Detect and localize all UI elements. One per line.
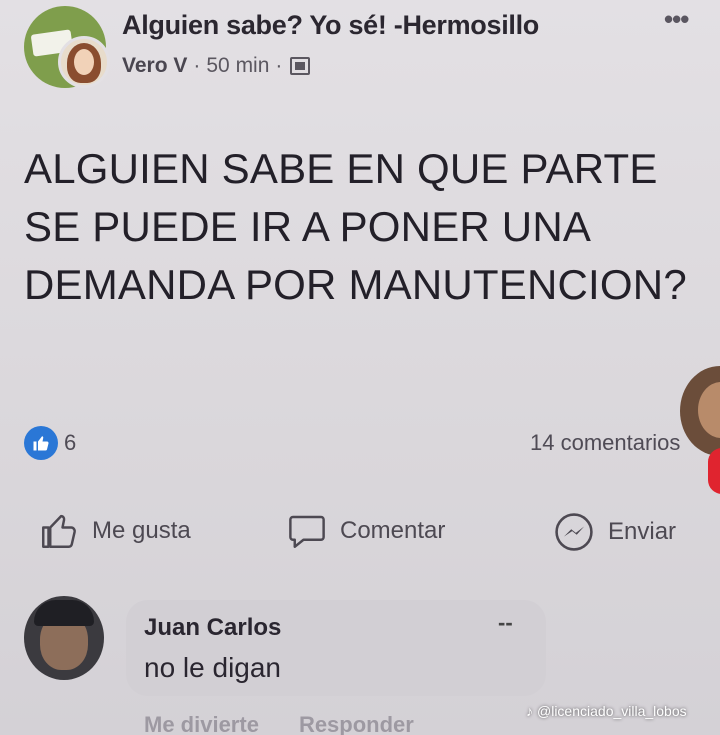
post-text: ALGUIEN SABE EN QUE PARTE SE PUEDE IR A …: [24, 145, 687, 308]
post-screenshot: Alguien sabe? Yo sé! -Hermosillo ••• Ver…: [0, 0, 720, 735]
comment-dash: --: [498, 610, 513, 635]
messenger-icon: [555, 513, 593, 551]
like-count[interactable]: 6: [64, 430, 76, 456]
author-avatar[interactable]: [58, 36, 110, 88]
action-bar: Me gusta Comentar Enviar: [0, 510, 720, 562]
speech-bubble-icon: [289, 515, 325, 548]
more-dots-icon[interactable]: •••: [664, 4, 689, 35]
watermark: ♪ @licenciado_villa_lobos: [526, 703, 687, 719]
post-time[interactable]: 50 min: [206, 54, 269, 78]
group-name[interactable]: Alguien sabe? Yo sé! -Hermosillo: [122, 10, 539, 41]
send-button[interactable]: Enviar: [552, 510, 676, 554]
overlay-avatar: [680, 366, 720, 456]
thumbs-up-icon: [33, 436, 49, 451]
comment-actions: Me divierte Responder: [144, 712, 414, 735]
comment-label: Comentar: [340, 517, 446, 544]
watermark-handle: @licenciado_villa_lobos: [537, 703, 687, 719]
comment-reply-button[interactable]: Responder: [299, 712, 414, 735]
like-button[interactable]: Me gusta: [38, 510, 191, 552]
comment-button[interactable]: Comentar: [286, 510, 445, 552]
post-meta: Vero V · 50 min ·: [122, 54, 311, 78]
comment-count[interactable]: 14 comentarios: [530, 430, 686, 456]
overlay-badge: [708, 448, 720, 494]
meta-separator: ·: [275, 54, 283, 77]
group-privacy-icon: [290, 57, 311, 75]
comment-reaction-button[interactable]: Me divierte: [144, 712, 259, 735]
thumbs-up-icon: [42, 514, 76, 548]
comment-text: no le digan: [144, 652, 282, 683]
meta-separator: ·: [193, 54, 201, 77]
author-name[interactable]: Vero V: [122, 54, 187, 78]
like-label: Me gusta: [92, 517, 191, 544]
commenter-avatar[interactable]: [24, 596, 104, 680]
tiktok-icon: ♪: [526, 703, 533, 719]
commenter-name[interactable]: Juan Carlos: [144, 614, 281, 642]
like-reaction-icon[interactable]: [24, 426, 58, 460]
send-label: Enviar: [608, 518, 677, 545]
